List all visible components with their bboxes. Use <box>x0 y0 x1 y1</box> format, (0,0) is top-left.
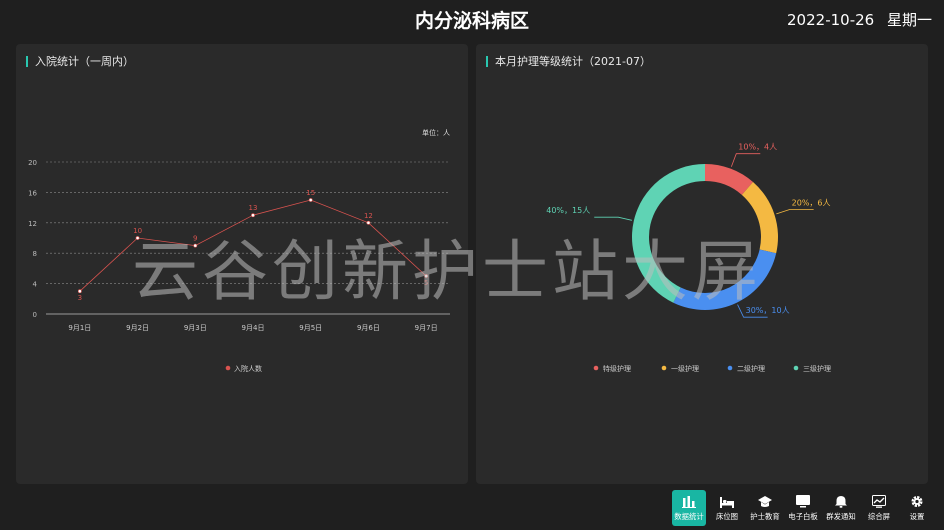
nav-item-broadcast[interactable]: 群发通知 <box>824 490 858 526</box>
x-tick-label: 9月7日 <box>415 324 438 332</box>
nav-label: 设置 <box>909 511 925 521</box>
bar-chart-icon <box>682 495 696 508</box>
nursing-level-panel: 本月护理等级统计（2021-07） 10%，4人 20%，6人 30%，10人 40%… <box>476 44 928 484</box>
nav-item-settings[interactable]: 设置 <box>900 490 934 526</box>
legend-label: 入院人数 <box>234 364 262 373</box>
data-point <box>308 198 313 202</box>
datetime: 2022-10-26 星期一 <box>779 9 932 30</box>
x-tick-label: 9月3日 <box>184 324 207 332</box>
nav-item-nurse-education[interactable]: 护士教育 <box>748 490 782 526</box>
bed-icon <box>720 495 734 508</box>
legend-marker <box>727 365 733 371</box>
x-tick-label: 9月1日 <box>68 324 91 332</box>
x-tick-label: 9月4日 <box>242 324 265 332</box>
data-point <box>193 243 198 248</box>
legend-marker <box>661 365 667 371</box>
data-point <box>251 213 255 218</box>
data-label: 15 <box>306 189 315 197</box>
y-tick-label: 20 <box>28 159 37 167</box>
legend-label: 一级护理 <box>671 364 699 373</box>
nav-label: 数据统计 <box>674 511 704 521</box>
legend-marker <box>593 365 599 371</box>
nav-item-whiteboard[interactable]: 电子白板 <box>786 490 820 526</box>
x-tick-label: 9月5日 <box>299 324 322 332</box>
leader-line <box>730 153 761 167</box>
legend-marker <box>225 365 231 371</box>
nav-item-data-stats[interactable]: 数据统计 <box>672 490 706 526</box>
y-tick-label: 4 <box>33 281 38 289</box>
nav-label: 群发通知 <box>826 511 856 521</box>
legend-label: 二级护理 <box>737 364 765 373</box>
weekday-text: 星期一 <box>886 11 932 29</box>
nav-item-dashboard[interactable]: 综合屏 <box>862 490 896 526</box>
nav-label: 电子白板 <box>788 511 818 521</box>
slice-label: 20%，6人 <box>792 198 831 207</box>
x-tick-label: 9月2日 <box>126 324 149 332</box>
data-point <box>424 274 429 278</box>
x-tick-label: 9月6日 <box>357 324 380 332</box>
data-label: 10 <box>133 227 142 235</box>
bottom-navbar: 数据统计 床位图 护士教育 电子白板 群发通知 综合屏 设置 <box>672 490 934 526</box>
data-point <box>135 236 140 240</box>
data-label: 12 <box>364 212 373 220</box>
nav-label: 综合屏 <box>867 511 891 521</box>
slice-label: 40%，15人 <box>546 206 590 215</box>
bell-icon <box>834 495 848 508</box>
y-tick-label: 16 <box>28 189 37 197</box>
y-tick-label: 0 <box>33 311 37 319</box>
trend-chart-icon <box>872 494 886 508</box>
gear-icon <box>910 495 924 508</box>
slice-label: 30%，10人 <box>746 306 790 315</box>
nav-item-bed-map[interactable]: 床位图 <box>710 490 744 526</box>
admission-line-chart: 单位：人 0 4 8 12 16 20 9月1日 9月2日 9月3日 9月4日 9月5日 9月6日 9月7… <box>28 128 450 373</box>
leader-line <box>594 216 632 221</box>
data-point <box>366 220 371 225</box>
header: 内分泌科病区 2022-10-26 星期一 <box>0 0 944 38</box>
legend-marker <box>793 365 799 371</box>
legend-label: 三级护理 <box>803 364 831 373</box>
donut-slice <box>632 164 705 303</box>
y-tick-label: 8 <box>33 250 37 258</box>
legend-label: 特级护理 <box>603 364 631 373</box>
admission-stats-panel: 入院统计（一周内） 单位：人 0 4 8 12 16 20 9月1日 9月2日 9月3日 9月4日 9… <box>16 44 468 484</box>
donut-slice <box>705 164 754 195</box>
nav-label: 床位图 <box>715 511 739 521</box>
donut-slice <box>741 182 778 254</box>
slice-label: 10%，4人 <box>738 143 777 152</box>
y-tick-label: 12 <box>28 220 37 228</box>
date-text: 2022-10-26 <box>787 11 875 29</box>
graduation-cap-icon <box>758 495 772 508</box>
monitor-icon <box>796 494 810 508</box>
leader-line <box>776 209 814 215</box>
data-label: 5 <box>424 279 428 287</box>
data-label: 13 <box>249 204 258 212</box>
data-label: 3 <box>78 294 82 302</box>
unit-label: 单位：人 <box>422 128 450 137</box>
nursing-level-donut-chart: 10%，4人 20%，6人 30%，10人 40%，15人特级护理 一级护理 二级护理 三级… <box>546 143 831 373</box>
nav-label: 护士教育 <box>750 511 780 521</box>
data-point <box>77 289 82 294</box>
data-label: 9 <box>193 235 197 243</box>
donut-slice <box>673 249 777 310</box>
